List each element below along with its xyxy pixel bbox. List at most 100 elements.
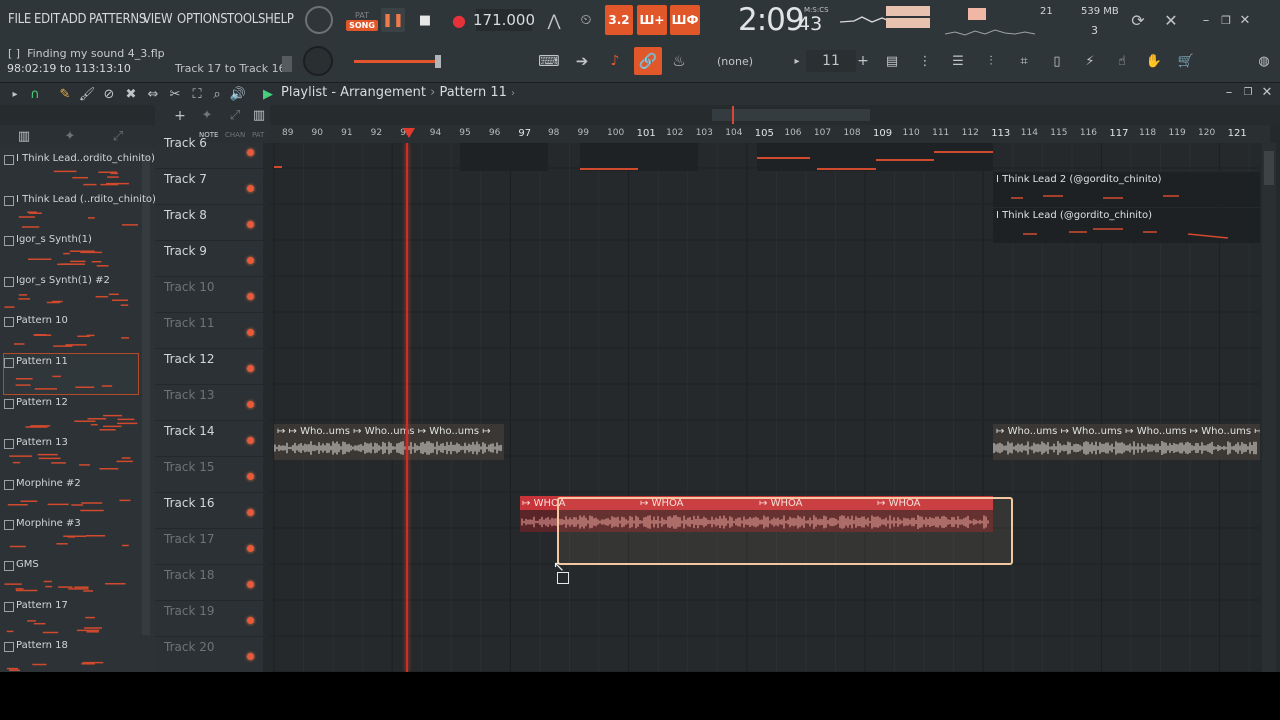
track-header[interactable]: Track 17 [155,528,263,565]
playlist-maximize-icon[interactable]: ❐ [1241,83,1255,101]
track-enable-icon[interactable] [247,581,254,588]
stop-icon[interactable]: ■ [413,8,437,32]
prev-pattern-icon[interactable]: ▸ [790,50,804,72]
brush-icon[interactable]: 🖌 [78,85,96,103]
track-header[interactable]: Track 12 [155,348,263,385]
pattern-item[interactable]: Pattern 12 [4,395,138,435]
track-header[interactable]: Track 6 [155,132,263,169]
master-pitch-knob[interactable] [303,46,333,76]
channel-rack-icon[interactable]: ☰ [946,50,970,72]
track-header[interactable]: Track 13 [155,384,263,421]
blend-notes-button[interactable]: Ш+ [637,5,667,35]
pattern-item[interactable]: Pattern 13 [4,435,138,475]
track-enable-icon[interactable] [247,185,254,192]
close-icon[interactable]: ✕ [1237,10,1253,30]
pattern-number[interactable]: 11 [806,50,856,72]
add-track-button[interactable]: + [173,108,187,124]
track-header[interactable]: Track 14 [155,420,263,457]
menu-add[interactable]: ADD [61,12,86,27]
track-enable-icon[interactable] [247,617,254,624]
track-enable-icon[interactable] [247,365,254,372]
slider-handle[interactable] [435,55,441,68]
snap-icon[interactable]: ♨ [667,50,691,72]
pattern-item[interactable]: Pattern 17 [4,598,138,638]
playlist-menu-icon[interactable]: ▸ [8,85,22,103]
pattern-item[interactable]: Pattern 10 [4,313,138,353]
pattern-item[interactable]: Morphine #3 [4,516,138,556]
project-icon[interactable]: ▯ [1045,50,1069,72]
pat-song-toggle[interactable]: PAT SONG [342,6,382,36]
pattern-item[interactable]: I Think Lead (..rdito_chinito) [4,192,156,232]
automation-icon[interactable]: ⤢ [225,107,245,123]
delete-icon[interactable]: ⊘ [100,85,118,103]
master-volume-slider[interactable] [354,60,439,63]
pattern-item[interactable]: Pattern 18 [4,638,138,672]
pattern-item[interactable]: I Think Lead..ordito_chinito) [4,151,155,191]
tempo-display[interactable]: 171.000 [473,9,535,31]
track-enable-icon[interactable] [247,401,254,408]
loop-record-button[interactable]: ШФ [670,5,700,35]
mute-icon[interactable]: ✖ [122,85,140,103]
selection-box[interactable] [557,497,1013,565]
playhead-marker-icon[interactable] [403,128,415,138]
pattern-item[interactable]: Morphine #2 [4,476,138,516]
piano-icon[interactable]: ▥ [14,127,34,145]
overview-viewport[interactable] [712,109,870,121]
pause-icon[interactable]: ❚❚ [381,8,405,32]
track-enable-icon[interactable] [247,221,254,228]
track-enable-icon[interactable] [247,473,254,480]
magnet-icon[interactable]: ∩ [26,85,44,103]
zoom-icon[interactable]: ⌕ [208,85,226,103]
play-pattern-icon[interactable]: ▶ [259,85,277,103]
track-header[interactable]: Track 16 [155,492,263,529]
track-enable-icon[interactable] [247,509,254,516]
menu-patterns[interactable]: PATTERNS [89,12,146,27]
keys-icon[interactable]: ▥ [249,107,269,123]
cart-icon[interactable]: 🛒 [1174,50,1198,72]
piano-roll-icon[interactable]: ⋮ [913,50,937,72]
slice-icon[interactable]: ✂ [166,85,184,103]
hand-icon[interactable]: ✋ [1142,50,1166,72]
select-icon[interactable]: ⛶ [188,85,206,103]
track-enable-icon[interactable] [247,257,254,264]
track-header[interactable]: Track 7 [155,168,263,205]
typing-keyboard-icon[interactable]: ⌨ [537,50,561,72]
arrangement-grid[interactable]: I Think Lead 2 (@gordito_chinito) I Thin… [270,143,1260,672]
track-header[interactable]: Track 15 [155,456,263,493]
menu-edit[interactable]: EDIT [34,12,60,27]
automation-tab-icon[interactable]: ⤢ [108,127,128,145]
minimize-icon[interactable]: – [1198,10,1214,30]
track-enable-icon[interactable] [247,653,254,660]
playlist-minimize-icon[interactable]: – [1222,83,1236,101]
countdown-button[interactable]: 3.2 [605,5,633,35]
pattern-item[interactable]: Pattern 11 [3,353,139,395]
mixer-icon[interactable]: ⫶ [979,50,1003,72]
track-enable-icon[interactable] [247,293,254,300]
playback-icon[interactable]: 🔊 [229,85,247,103]
current-pattern[interactable]: Pattern 11 [439,85,506,100]
pattern-item[interactable]: GMS [4,557,138,597]
metronome-icon[interactable]: ⋀ [541,8,567,32]
plugin-icon[interactable]: ⚡ [1078,50,1102,72]
track-enable-icon[interactable] [247,437,254,444]
track-header[interactable]: Track 8 [155,204,263,241]
track-enable-icon[interactable] [247,545,254,552]
record-icon[interactable]: ● [447,8,471,32]
instrument-icon[interactable]: ✦ [197,107,217,123]
picker-scrollbar[interactable] [142,155,150,635]
track-header[interactable]: Track 9 [155,240,263,277]
track-enable-icon[interactable] [247,329,254,336]
vertical-scrollbar[interactable] [1262,143,1276,672]
pattern-selector[interactable]: (none) [700,50,770,72]
menu-tools[interactable]: TOOLS [227,12,265,27]
link-icon[interactable]: 🔗 [634,47,662,75]
plugin-tab-icon[interactable]: ✦ [60,127,80,145]
track-enable-icon[interactable] [247,149,254,156]
playlist-close-icon[interactable]: ✕ [1260,83,1274,101]
pencil-icon[interactable]: ✎ [56,85,74,103]
menu-file[interactable]: FILE [8,12,31,27]
track-header[interactable]: Track 20 [155,636,263,672]
refresh-icon[interactable]: ⟳ [1127,8,1149,32]
track-header[interactable]: Track 18 [155,564,263,601]
pattern-item[interactable]: Igor_s Synth(1) [4,232,138,272]
